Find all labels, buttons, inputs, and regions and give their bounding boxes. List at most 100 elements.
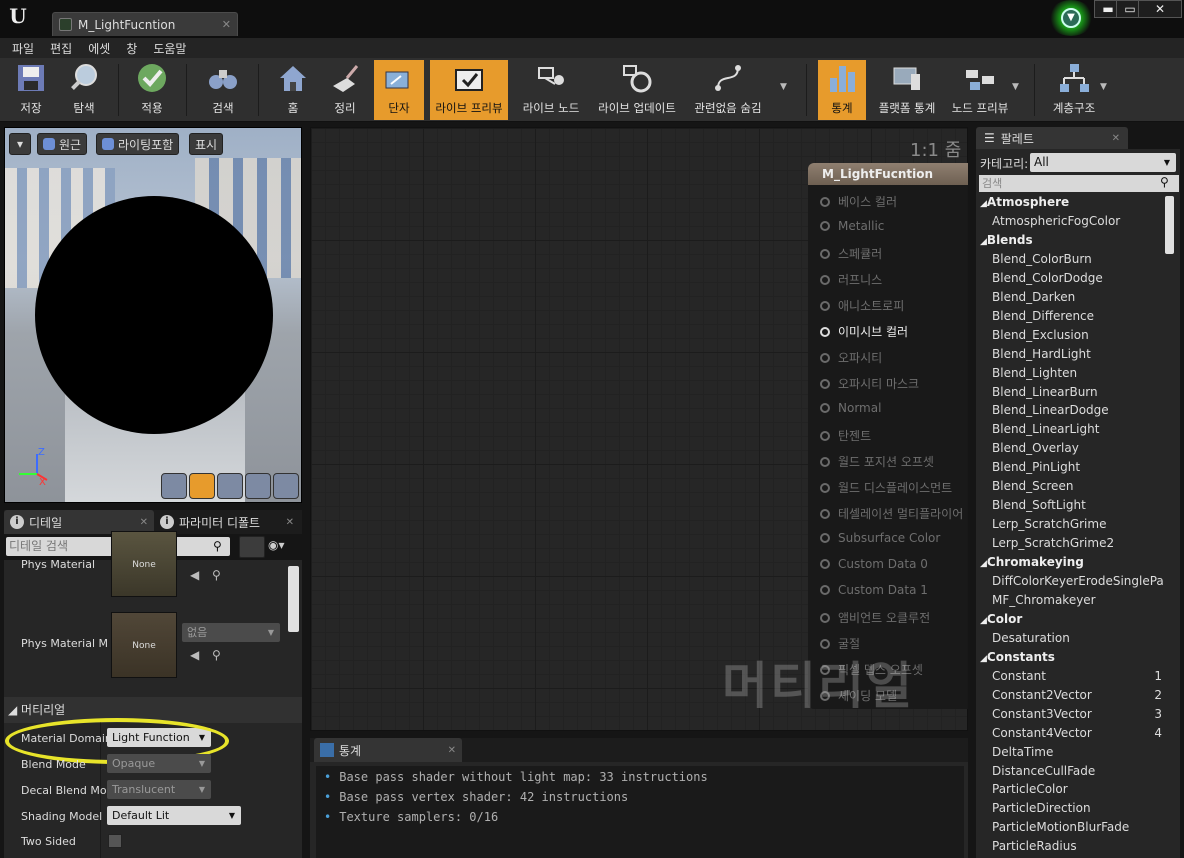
cylinder-preview-button[interactable] <box>161 473 187 499</box>
preview-viewport[interactable]: ▾ 원근 라이팅포함 표시 ZX <box>4 127 302 503</box>
custom-mesh-preview-button[interactable] <box>273 473 299 499</box>
palette-item[interactable]: MF_Chromakeyer <box>992 593 1162 607</box>
viewport-options-dropdown[interactable]: ▾ <box>9 133 31 155</box>
palette-item[interactable]: Blend_Exclusion <box>992 328 1162 342</box>
platform-stats-button[interactable]: 플랫폼 통계 <box>872 60 942 120</box>
palette-item[interactable]: Blend_Overlay <box>992 441 1162 455</box>
palette-category[interactable]: ◢Constants <box>980 650 1150 664</box>
search-icon[interactable]: ⚲ <box>1160 175 1169 189</box>
palette-item[interactable]: Blend_Darken <box>992 290 1162 304</box>
tab-palette[interactable]: ☰ 팔레트 ✕ <box>976 127 1128 149</box>
phys-material-mask-thumbnail[interactable]: None <box>111 612 177 678</box>
palette-category[interactable]: ◢Chromakeying <box>980 555 1150 569</box>
node-input-pin[interactable]: 탄젠트 <box>820 427 871 444</box>
menu-window[interactable]: 창 <box>118 40 145 57</box>
palette-item[interactable]: AtmosphericFogColor <box>992 214 1162 228</box>
clean-up-button[interactable]: 정리 <box>320 60 370 120</box>
palette-scrollbar[interactable] <box>1165 196 1174 254</box>
close-icon[interactable]: ✕ <box>140 517 148 528</box>
palette-item[interactable]: ParticleColor <box>992 782 1162 796</box>
node-preview-dropdown-icon[interactable]: ▼ <box>1012 82 1019 92</box>
palette-item[interactable]: DistanceCullFade <box>992 764 1162 778</box>
shading-model-combo[interactable]: Default Lit <box>107 806 241 825</box>
palette-item[interactable]: Desaturation <box>992 631 1162 645</box>
palette-category[interactable]: ◢Blends <box>980 233 1150 247</box>
palette-search-input[interactable]: 검색 <box>979 175 1179 192</box>
live-preview-button[interactable]: 라이브 프리뷰 <box>430 60 508 120</box>
category-dropdown[interactable]: All <box>1030 153 1176 172</box>
close-window-button[interactable]: ✕ <box>1138 0 1182 18</box>
palette-item[interactable]: Blend_LinearBurn <box>992 385 1162 399</box>
browse-search-icon[interactable]: ⚲ <box>212 648 221 662</box>
node-input-pin[interactable]: Metallic <box>820 219 884 233</box>
details-scrollbar[interactable] <box>288 566 299 632</box>
hierarchy-dropdown-icon[interactable]: ▼ <box>1100 82 1107 92</box>
use-selected-arrow-icon[interactable]: ◀ <box>190 568 199 582</box>
palette-category[interactable]: ◢Atmosphere <box>980 195 1150 209</box>
close-icon[interactable]: ✕ <box>448 745 456 756</box>
palette-item[interactable]: Blend_Lighten <box>992 366 1162 380</box>
lit-mode-button[interactable]: 라이팅포함 <box>96 133 180 155</box>
node-input-pin[interactable]: 이미시브 컬러 <box>820 323 908 340</box>
node-input-pin[interactable]: 월드 디스플레이스먼트 <box>820 479 952 496</box>
palette-item[interactable]: Blend_HardLight <box>992 347 1162 361</box>
browse-button[interactable]: 탐색 <box>58 60 110 120</box>
node-input-pin[interactable]: 오파시티 <box>820 349 882 366</box>
palette-item[interactable]: DeltaTime <box>992 745 1162 759</box>
sphere-preview-button[interactable] <box>189 473 215 499</box>
node-preview-button[interactable]: 노드 프리뷰 <box>948 60 1012 120</box>
hide-unrelated-button[interactable]: 관련없음 숨김 <box>686 60 770 120</box>
menu-edit[interactable]: 편집 <box>42 40 80 57</box>
palette-item[interactable]: Constant3Vector 3 <box>992 707 1162 721</box>
palette-item[interactable]: Blend_LinearLight <box>992 422 1162 436</box>
palette-category[interactable]: ◢Color <box>980 612 1150 626</box>
decal-blend-mode-combo[interactable]: Translucent <box>107 780 211 799</box>
node-input-pin[interactable]: 러프니스 <box>820 271 882 288</box>
node-input-pin[interactable]: 스페큘러 <box>820 245 882 262</box>
node-input-pin[interactable]: Custom Data 0 <box>820 557 928 571</box>
palette-item[interactable]: Blend_PinLight <box>992 460 1162 474</box>
property-matrix-button[interactable] <box>239 536 265 558</box>
more-options-arrow-icon[interactable]: ▼ <box>780 82 787 92</box>
two-sided-checkbox[interactable] <box>108 834 122 848</box>
show-button[interactable]: 표시 <box>189 133 224 155</box>
apply-button[interactable]: 적용 <box>126 60 178 120</box>
phys-material-mask-combo[interactable]: 없음 <box>182 623 280 642</box>
stats-button[interactable]: 통계 <box>818 60 866 120</box>
cube-preview-button[interactable] <box>245 473 271 499</box>
palette-item[interactable]: ParticleRadius <box>992 839 1162 853</box>
node-input-pin[interactable]: 베이스 컬러 <box>820 193 897 210</box>
node-input-pin[interactable]: 오파시티 마스크 <box>820 375 919 392</box>
node-input-pin[interactable]: Normal <box>820 401 881 415</box>
palette-item[interactable]: ParticleMotionBlurFade <box>992 820 1162 834</box>
home-button[interactable]: 홈 <box>268 60 318 120</box>
node-input-pin[interactable]: Custom Data 1 <box>820 583 928 597</box>
node-input-pin[interactable]: 월드 포지션 오프셋 <box>820 453 934 470</box>
use-selected-arrow-icon[interactable]: ◀ <box>190 648 199 662</box>
phys-material-thumbnail[interactable]: None <box>111 531 177 597</box>
visibility-eye-icon[interactable]: ◉▾ <box>268 538 300 556</box>
node-input-pin[interactable]: Subsurface Color <box>820 531 940 545</box>
save-button[interactable]: 저장 <box>6 60 56 120</box>
menu-help[interactable]: 도움말 <box>145 40 194 57</box>
palette-item[interactable]: Blend_Difference <box>992 309 1162 323</box>
palette-item[interactable]: Blend_SoftLight <box>992 498 1162 512</box>
palette-item[interactable]: Constant2Vector 2 <box>992 688 1162 702</box>
document-tab[interactable]: M_LightFucntion ✕ <box>52 12 238 36</box>
palette-item[interactable]: Lerp_ScratchGrime <box>992 517 1162 531</box>
palette-item[interactable]: Constant4Vector 4 <box>992 726 1162 740</box>
hierarchy-button[interactable]: 계층구조 <box>1044 60 1104 120</box>
palette-item[interactable]: Blend_ColorBurn <box>992 252 1162 266</box>
node-input-pin[interactable]: 테셀레이션 멀티플라이어 <box>820 505 963 522</box>
node-input-pin[interactable]: 앰비언트 오클루전 <box>820 609 930 626</box>
menu-asset[interactable]: 에셋 <box>80 40 118 57</box>
close-icon[interactable]: ✕ <box>286 517 294 528</box>
live-update-button[interactable]: 라이브 업데이트 <box>592 60 682 120</box>
palette-item[interactable]: Blend_Screen <box>992 479 1162 493</box>
blend-mode-combo[interactable]: Opaque <box>107 754 211 773</box>
palette-item[interactable]: DiffColorKeyerErodeSinglePa <box>992 574 1164 588</box>
source-control-status-icon[interactable]: ▼ <box>1048 0 1094 36</box>
connectors-button[interactable]: 단자 <box>374 60 424 120</box>
close-icon[interactable]: ✕ <box>1112 133 1120 144</box>
perspective-button[interactable]: 원근 <box>37 133 88 155</box>
